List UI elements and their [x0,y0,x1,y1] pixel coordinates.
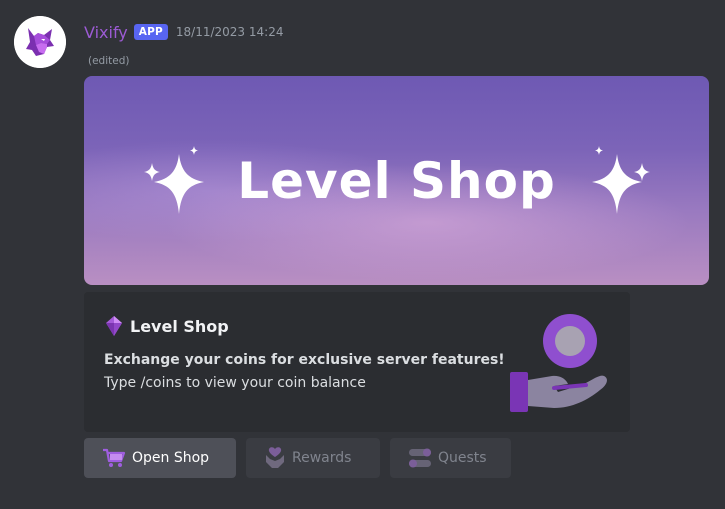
embed-description: Type /coins to view your coin balance [104,375,366,391]
app-badge: APP [133,24,168,40]
wolf-logo-icon [14,16,66,68]
message-timestamp: 18/11/2023 14:24 [175,25,284,39]
banner-title: Level Shop [237,152,556,210]
rewards-button[interactable]: Rewards [246,438,380,478]
level-shop-banner[interactable]: Level Shop [84,76,709,285]
purple-gem-icon [106,316,122,336]
quests-button[interactable]: Quests [390,438,511,478]
heart-hands-icon [266,447,284,468]
quest-toggles-icon [409,448,431,468]
open-shop-label: Open Shop [132,450,210,466]
rewards-label: Rewards [292,450,352,466]
message-header: Vixify APP 18/11/2023 14:24 [84,20,283,44]
coin-in-hand-icon [510,314,607,412]
embed-title: Level Shop [130,316,229,336]
edited-indicator: (edited) [88,55,130,67]
shopping-cart-icon [103,448,126,467]
embed-title-row: Level Shop [104,315,229,337]
bot-avatar[interactable] [14,16,66,68]
open-shop-button[interactable]: Open Shop [84,438,236,478]
shop-embed: Level Shop Exchange your coins for exclu… [84,292,630,432]
quests-label: Quests [438,450,487,466]
embed-description-bold: Exchange your coins for exclusive server… [104,352,505,368]
author-name[interactable]: Vixify [84,23,128,42]
